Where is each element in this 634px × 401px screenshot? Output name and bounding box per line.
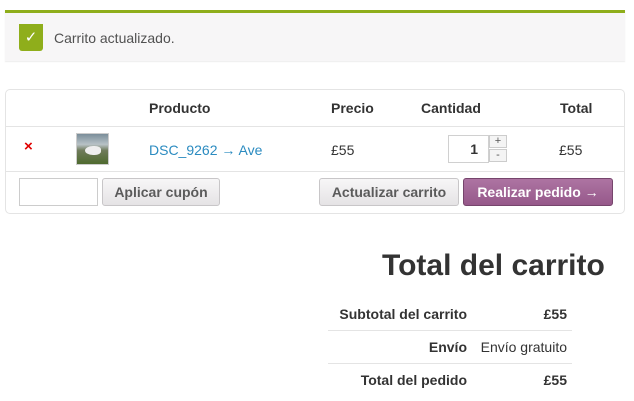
shipping-value: Envío gratuito [480, 339, 567, 355]
header-quantity: Cantidad [421, 100, 481, 116]
remove-item-icon[interactable]: × [24, 138, 33, 155]
shipping-label: Envío [428, 339, 467, 355]
subtotal-label: Subtotal del carrito [339, 306, 467, 322]
header-product: Producto [149, 100, 211, 116]
checkmark-icon: ✓ [19, 24, 43, 51]
product-thumbnail[interactable] [76, 133, 109, 165]
totals-row-subtotal: Subtotal del carrito £55 [328, 297, 572, 331]
coupon-input[interactable] [19, 178, 98, 206]
subtotal-value: £55 [543, 306, 567, 322]
cart-updated-notice: ✓ Carrito actualizado. [5, 10, 625, 61]
totals-row-order-total: Total del pedido £55 [328, 363, 572, 396]
item-price: £55 [331, 142, 355, 158]
row-divider [6, 171, 624, 172]
item-total: £55 [559, 142, 583, 158]
header-total: Total [560, 100, 593, 116]
order-total-value: £55 [543, 372, 567, 388]
apply-coupon-button[interactable]: Aplicar cupón [102, 178, 220, 206]
header-divider [6, 126, 624, 127]
bird-image [85, 146, 101, 155]
order-total-label: Total del pedido [360, 372, 467, 388]
quantity-input[interactable]: 1 [448, 135, 489, 163]
cart-table: Producto Precio Cantidad Total × DSC_926… [5, 89, 625, 214]
notice-message: Carrito actualizado. [54, 30, 175, 46]
quantity-increase-button[interactable]: + [489, 135, 507, 148]
header-price: Precio [331, 100, 374, 116]
cart-totals-title: Total del carrito [382, 249, 605, 282]
update-cart-button[interactable]: Actualizar carrito [319, 178, 459, 206]
product-link[interactable]: DSC_9262 → Ave [149, 142, 262, 158]
quantity-decrease-button[interactable]: - [489, 149, 507, 162]
checkout-button[interactable]: Realizar pedido → [463, 178, 613, 206]
totals-row-shipping: Envío Envío gratuito [328, 330, 572, 364]
